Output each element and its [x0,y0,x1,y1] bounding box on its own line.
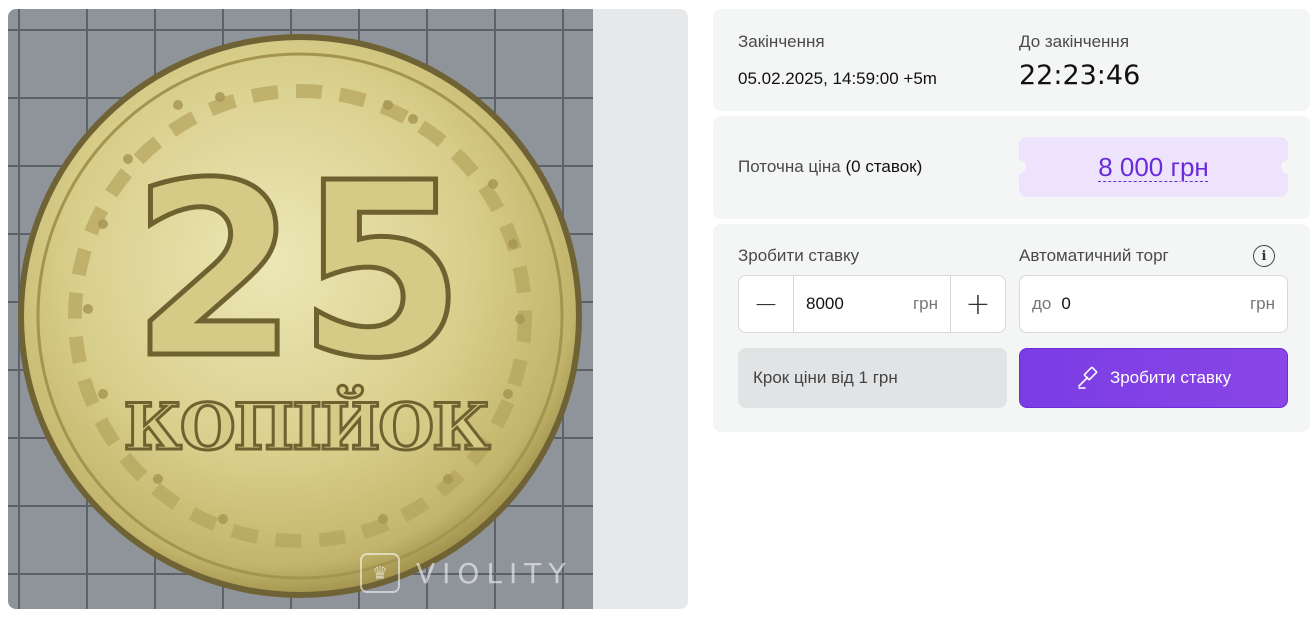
price-ticket: 8 000 грн [1012,137,1295,197]
auto-bid-prefix: до [1032,294,1052,313]
auction-time-card: Закінчення 05.02.2025, 14:59:00 +5m До з… [713,9,1310,111]
place-bid-label: Зробити ставку [738,246,860,265]
place-bid-button[interactable]: Зробити ставку [1019,348,1288,408]
plus-icon: + [965,286,991,322]
info-icon[interactable]: i [1253,245,1275,267]
price-step-note: Крок ціни від 1 грн [738,348,1007,408]
lot-photo[interactable]: 25 КОПІЙОК [8,9,593,609]
auto-bid-input[interactable]: до 0 грн [1019,275,1288,333]
gavel-icon [1078,366,1098,389]
bid-amount-value: 8000 [806,294,844,313]
current-price-card: Поточна ціна (0 ставок) 8 000 грн [713,116,1310,219]
time-left-label: До закінчення [1019,32,1130,51]
coin-image: 25 КОПІЙОК [18,34,582,598]
auto-bid-label: Автоматичний торг [1019,246,1169,265]
bid-amount-input[interactable]: 8000 грн [794,276,950,332]
current-price-label: Поточна ціна (0 ставок) [738,157,922,177]
place-bid-label-text: Зробити ставку [1109,368,1232,387]
watermark-text: VIOLITY [416,556,573,590]
increase-button[interactable]: + [950,276,1005,332]
auto-bid-currency: грн [1249,294,1275,313]
minus-icon: − [753,286,779,322]
coin-word: КОПІЙОК [124,385,491,465]
end-label: Закінчення [738,32,825,51]
end-datetime: 05.02.2025, 14:59:00 +5m [738,69,937,88]
bid-card: Зробити ставку Автоматичний торг i − 800… [713,224,1310,432]
bid-count: (0 ставок) [845,157,923,176]
price-label-text: Поточна ціна [738,157,841,176]
violity-watermark: ♛ VIOLITY [360,553,573,593]
countdown-timer: 22:23:46 [1019,60,1141,91]
auto-bid-value: 0 [1061,294,1071,313]
bid-currency: грн [912,294,938,313]
coin-denomination: 25 [131,131,465,411]
crown-icon: ♛ [360,553,400,593]
decrease-button[interactable]: − [739,276,794,332]
bid-amount-stepper: − 8000 грн + [738,275,1006,333]
current-price-value[interactable]: 8 000 грн [1098,152,1209,183]
lot-gallery: 25 КОПІЙОК ♛ VIOLITY [8,9,688,609]
